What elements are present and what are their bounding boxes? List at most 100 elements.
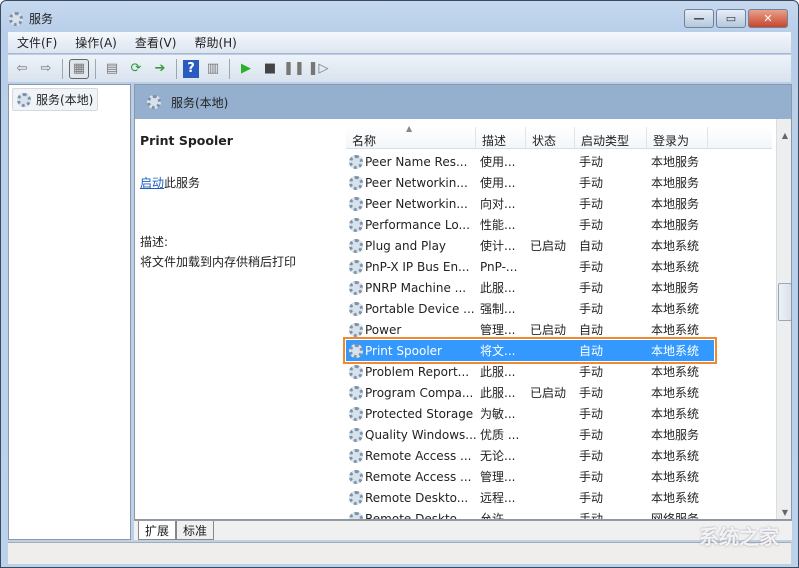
scroll-up-icon[interactable]: ▲ xyxy=(777,131,791,140)
console-tree-icon[interactable]: ▦ xyxy=(69,58,89,79)
service-gear-icon xyxy=(349,154,363,169)
stop-icon[interactable]: ■ xyxy=(260,59,280,79)
cell: 管理... xyxy=(480,470,516,484)
window-title: 服务 xyxy=(29,12,54,26)
gear-icon xyxy=(17,92,31,107)
watermark: 系统之家 xyxy=(699,525,779,549)
column-description[interactable]: 描述 xyxy=(476,127,526,149)
column-startup-type[interactable]: 启动类型 xyxy=(575,127,647,149)
table-row[interactable]: Protected Storage 为敏... 手动 本地系统 xyxy=(346,403,714,424)
title-bar: 服务 xyxy=(9,10,53,27)
cell: 网络服务 xyxy=(651,512,700,520)
cell: 本地系统 xyxy=(651,260,700,274)
export-icon[interactable]: ➔ xyxy=(150,59,170,79)
minimize-button[interactable]: — xyxy=(684,9,714,28)
tab-extended[interactable]: 扩展 xyxy=(138,521,177,540)
table-row[interactable]: Problem Report... 此服... 手动 本地系统 xyxy=(346,361,714,382)
refresh-icon[interactable]: ⟳ xyxy=(126,59,146,79)
cell: 本地系统 xyxy=(651,491,700,505)
service-gear-icon xyxy=(349,490,363,505)
cell-name: Power xyxy=(346,322,476,337)
cell: 手动 xyxy=(579,407,604,421)
table-row[interactable]: Remote Deskto... 远程... 手动 本地系统 xyxy=(346,487,714,508)
service-gear-icon xyxy=(349,238,363,253)
table-row[interactable]: PNRP Machine ... 此服... 手动 本地服务 xyxy=(346,277,714,298)
table-row[interactable]: Portable Device ... 强制... 手动 本地系统 xyxy=(346,298,714,319)
pause-icon[interactable]: ❚❚ xyxy=(283,59,305,79)
cell: 本地服务 xyxy=(651,218,700,232)
menu-view[interactable]: 查看(V) xyxy=(126,34,186,51)
start-service-link[interactable]: 启动 xyxy=(140,176,164,190)
maximize-button[interactable]: ▭ xyxy=(716,9,746,28)
cell: 此服... xyxy=(480,386,516,400)
cell: 本地系统 xyxy=(651,449,700,463)
pane-header: 服务(本地) xyxy=(135,85,791,119)
cell: 已启动 xyxy=(530,386,567,400)
table-row[interactable]: Program Compa... 此服... 已启动 手动 本地系统 xyxy=(346,382,714,403)
cell: 本地服务 xyxy=(651,176,700,190)
forward-icon[interactable]: ⇨ xyxy=(36,59,56,79)
table-row[interactable]: PnP-X IP Bus En... PnP-... 手动 本地系统 xyxy=(346,256,714,277)
cell: 管理... xyxy=(480,323,516,337)
start-icon[interactable]: ▶ xyxy=(236,59,256,79)
scroll-down-icon[interactable]: ▼ xyxy=(777,508,791,517)
table-row[interactable]: Peer Networkin... 向对... 手动 本地服务 xyxy=(346,193,714,214)
cell-name: Peer Name Res... xyxy=(346,154,476,169)
action-pane-icon[interactable]: ▥ xyxy=(203,59,223,79)
cell: 本地系统 xyxy=(651,407,700,421)
scroll-thumb[interactable] xyxy=(778,283,791,321)
table-row[interactable]: Power 管理... 已启动 自动 本地系统 xyxy=(346,319,714,340)
cell: 手动 xyxy=(579,449,604,463)
column-name[interactable]: 名称 ▲ xyxy=(346,124,476,149)
pane-title: 服务(本地) xyxy=(171,95,229,110)
tree-item-services-local[interactable]: 服务(本地) xyxy=(12,88,99,111)
cell: 手动 xyxy=(579,197,604,211)
cell-name: Remote Deskto... xyxy=(346,511,476,519)
properties-icon[interactable]: ▤ xyxy=(102,59,122,79)
tab-standard[interactable]: 标准 xyxy=(176,521,215,540)
table-row[interactable]: Plug and Play 使计... 已启动 自动 本地系统 xyxy=(346,235,714,256)
cell: 无论... xyxy=(480,449,516,463)
table-row[interactable]: Quality Windows... 优质 ... 手动 本地服务 xyxy=(346,424,714,445)
cell: 自动 xyxy=(579,344,604,358)
table-row[interactable]: Remote Access ... 管理... 手动 本地系统 xyxy=(346,466,714,487)
status-bar: 系统之家 xyxy=(8,525,791,564)
column-status[interactable]: 状态 xyxy=(526,127,575,149)
cell: 手动 xyxy=(579,512,604,520)
menu-action[interactable]: 操作(A) xyxy=(66,34,126,51)
column-log-on-as[interactable]: 登录为 xyxy=(647,127,708,149)
cell: 本地系统 xyxy=(651,323,700,337)
menu-bar: 文件(F) 操作(A) 查看(V) 帮助(H) xyxy=(8,32,791,54)
cell: 手动 xyxy=(579,470,604,484)
menu-file[interactable]: 文件(F) xyxy=(8,34,66,51)
service-gear-icon xyxy=(349,322,363,337)
resume-icon[interactable]: ❚▷ xyxy=(308,59,329,79)
table-row[interactable]: Peer Networkin... 使用... 手动 本地服务 xyxy=(346,172,714,193)
vertical-scrollbar[interactable]: ▲ ▼ xyxy=(776,119,791,519)
cell-name: Remote Access ... xyxy=(346,448,476,463)
service-gear-icon xyxy=(349,175,363,190)
close-button[interactable]: ✕ xyxy=(748,9,788,28)
cell: 使用... xyxy=(480,176,516,190)
toolbar: ⇦ ⇨ ▦ ▤ ⟳ ➔ ? ▥ ▶ ■ ❚❚ ❚▷ xyxy=(8,55,791,82)
cell-name: Portable Device ... xyxy=(346,301,476,316)
table-row[interactable]: Print Spooler 将文... 自动 本地系统 xyxy=(343,337,717,364)
help-icon[interactable]: ? xyxy=(183,59,199,78)
table-row[interactable]: Performance Lo... 性能... 手动 本地服务 xyxy=(346,214,714,235)
cell: 本地系统 xyxy=(651,302,700,316)
cell: 将文... xyxy=(480,344,516,358)
service-gear-icon xyxy=(349,280,363,295)
table-row[interactable]: Remote Deskto... 允许... 手动 网络服务 xyxy=(346,508,714,520)
menu-help[interactable]: 帮助(H) xyxy=(185,34,245,51)
cell: 手动 xyxy=(579,428,604,442)
table-row[interactable]: Remote Access ... 无论... 手动 本地系统 xyxy=(346,445,714,466)
back-icon[interactable]: ⇦ xyxy=(12,59,32,79)
service-gear-icon xyxy=(349,469,363,484)
table-row[interactable]: Peer Name Res... 使用... 手动 本地服务 xyxy=(346,151,714,172)
cell-name: Peer Networkin... xyxy=(346,175,476,190)
cell: 已启动 xyxy=(530,323,567,337)
cell: 本地系统 xyxy=(651,365,700,379)
service-gear-icon xyxy=(349,364,363,379)
desc-text: 将文件加载到内存供稍后打印 xyxy=(140,255,297,269)
tree-item-label: 服务(本地) xyxy=(36,93,94,107)
